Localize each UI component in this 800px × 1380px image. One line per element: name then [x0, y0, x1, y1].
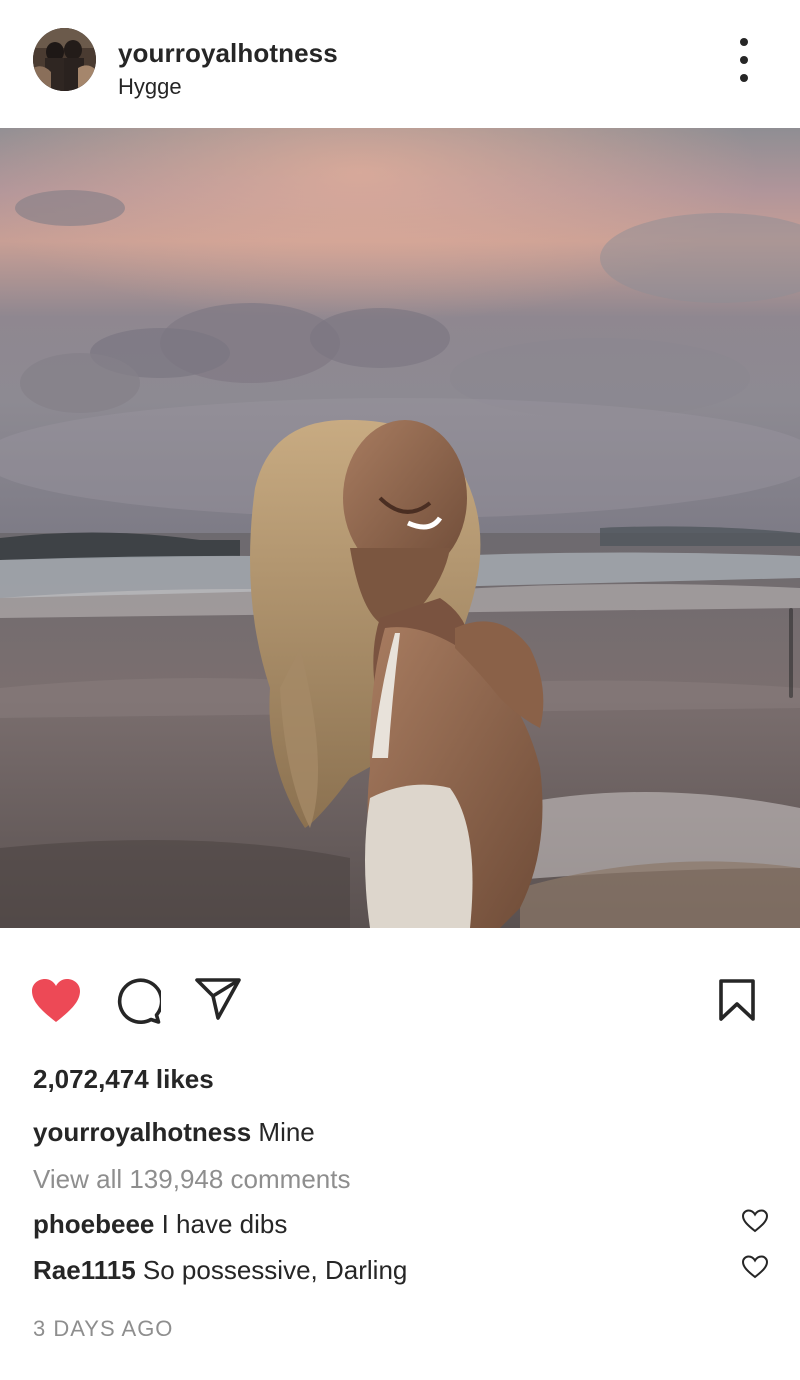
scrollbar[interactable] [789, 608, 793, 698]
comment-text: So possessive, Darling [142, 1255, 408, 1285]
action-bar [0, 960, 800, 1040]
comment-item: Rae1115 So possessive, Darling [33, 1255, 723, 1286]
bookmark-icon[interactable] [718, 978, 756, 1022]
post-timestamp: 3 DAYS AGO [33, 1316, 174, 1341]
post-location[interactable]: Hygge [118, 74, 182, 100]
post-header: yourroyalhotness Hygge [0, 0, 800, 128]
post-username[interactable]: yourroyalhotness [118, 38, 338, 69]
paper-plane-icon[interactable] [194, 977, 242, 1021]
caption-text: Mine [258, 1117, 315, 1147]
post-image[interactable] [0, 128, 800, 928]
caption-username[interactable]: yourroyalhotness [33, 1117, 251, 1147]
comment-username[interactable]: phoebeee [33, 1209, 154, 1239]
comment-item: phoebeee I have dibs [33, 1209, 723, 1240]
avatar[interactable] [33, 28, 96, 91]
heart-filled-icon[interactable] [30, 978, 82, 1024]
comment-username[interactable]: Rae1115 [33, 1255, 136, 1285]
heart-outline-icon[interactable] [741, 1209, 769, 1238]
heart-outline-icon[interactable] [741, 1255, 769, 1284]
more-options-icon[interactable] [724, 38, 764, 82]
view-all-comments-link[interactable]: View all 139,948 comments [33, 1164, 350, 1195]
comment-text: I have dibs [161, 1209, 288, 1239]
comment-bubble-icon[interactable] [113, 977, 161, 1025]
post-caption: yourroyalhotness Mine [33, 1117, 315, 1148]
likes-count[interactable]: 2,072,474 likes [33, 1064, 214, 1095]
